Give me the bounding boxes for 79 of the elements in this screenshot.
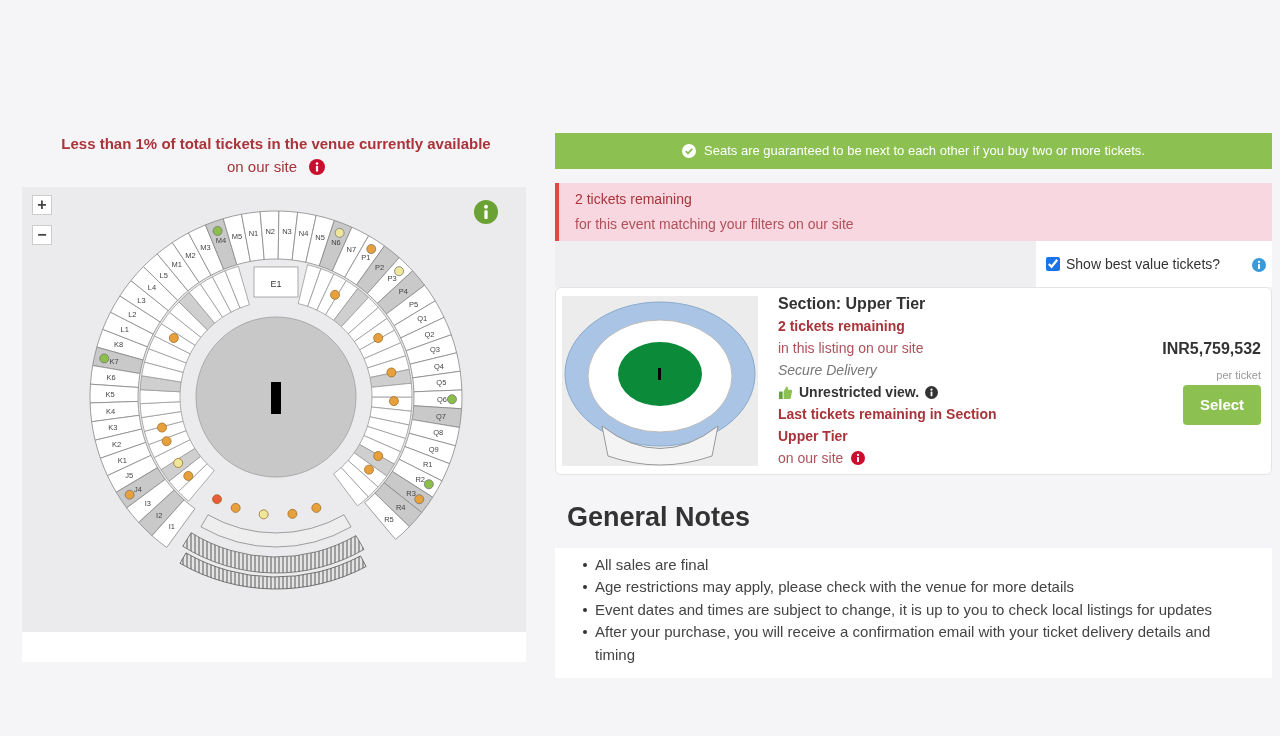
availability-dot xyxy=(373,333,384,343)
info-icon xyxy=(474,199,498,224)
seat-section[interactable] xyxy=(363,342,407,369)
availability-dot xyxy=(258,509,269,520)
seat-section[interactable] xyxy=(144,348,187,373)
thumbs-up-icon xyxy=(778,384,793,400)
info-icon xyxy=(1252,257,1266,272)
section-name: Section: Upper Tier xyxy=(778,294,927,314)
seat-section[interactable] xyxy=(139,375,182,393)
seat-section[interactable] xyxy=(340,460,379,498)
price-unit: per ticket xyxy=(1216,367,1261,383)
note-text: Age restrictions may apply, please check with the venue for more details xyxy=(595,577,1075,597)
seat-section[interactable] xyxy=(369,406,412,426)
section-label[interactable]: E1 xyxy=(270,279,282,289)
notes-heading: General Notes xyxy=(567,501,752,534)
best-value-checkbox[interactable] xyxy=(1046,257,1060,271)
seat-section[interactable] xyxy=(141,361,184,383)
availability-dot xyxy=(311,503,322,513)
bullet-icon xyxy=(583,562,587,567)
note-text: All sales are final xyxy=(595,554,709,575)
availability-dot xyxy=(230,503,241,513)
pitch-strip xyxy=(271,382,281,414)
availability-dot xyxy=(157,422,167,433)
seat-section[interactable] xyxy=(148,335,191,364)
zoom-out-button[interactable]: − xyxy=(32,225,52,245)
check-circle-icon xyxy=(682,144,697,158)
availability-dot xyxy=(373,451,384,461)
seat-section[interactable] xyxy=(363,425,406,453)
seat-section[interactable] xyxy=(307,268,335,311)
bullet-icon xyxy=(583,585,587,589)
last-tickets-note: on our site xyxy=(778,449,844,468)
seat-section[interactable] xyxy=(367,416,410,439)
seat-section[interactable] xyxy=(333,467,369,507)
seat-section[interactable] xyxy=(139,401,182,418)
seat-section[interactable] xyxy=(153,439,196,471)
listing-note: in this listing on our site xyxy=(778,339,925,358)
seat-section[interactable] xyxy=(359,435,401,465)
seat-section[interactable] xyxy=(188,283,223,324)
seat-section[interactable] xyxy=(199,276,232,318)
seat-section[interactable] xyxy=(224,265,250,309)
availability-dot xyxy=(287,508,298,519)
info-icon xyxy=(925,385,939,399)
view-text: Unrestricted view. xyxy=(799,383,920,402)
section-outline[interactable] xyxy=(253,266,299,298)
alert-title: 2 tickets remaining xyxy=(575,190,693,209)
availability-dot xyxy=(364,464,374,475)
note-text: Event dates and times are subject to change, it is up to you to check local listings for updates xyxy=(595,599,1212,620)
price: INR5,759,532 xyxy=(1162,338,1261,359)
availability-headline: Less than 1% of total tickets in the venue currently available xyxy=(61,134,491,154)
seat-section[interactable] xyxy=(169,301,208,338)
availability-dot xyxy=(168,333,179,343)
availability-dot xyxy=(161,436,172,447)
seat-section[interactable] xyxy=(211,270,241,313)
delivery-text: Secure Delivery xyxy=(778,361,879,380)
availability-note: on our site xyxy=(226,156,297,177)
availability-dot xyxy=(386,367,397,378)
seat-section[interactable] xyxy=(177,463,215,502)
guarantee-text: Seats are guaranteed to be next to each other if you buy two or more tickets. xyxy=(704,142,1145,161)
seat-section[interactable] xyxy=(178,291,216,331)
availability-dot xyxy=(173,458,184,468)
seat-section[interactable] xyxy=(340,296,379,335)
zoom-in-button[interactable]: + xyxy=(32,195,52,215)
availability-dot xyxy=(212,494,222,505)
note-text: After your purchase, you will receive a confirmation email with your ticket delivery details and timing xyxy=(595,622,1212,665)
availability-dot xyxy=(183,471,194,481)
last-tickets-text: Last tickets remaining in Section Upper Tier xyxy=(778,405,998,446)
seat-section[interactable] xyxy=(333,288,369,328)
listing-remaining: 2 tickets remaining xyxy=(778,317,906,336)
availability-dot xyxy=(330,289,340,300)
alert-text: for this event matching your filters on our site xyxy=(575,215,855,234)
info-icon xyxy=(309,158,325,175)
info-icon xyxy=(851,451,866,465)
availability-dot xyxy=(389,396,399,406)
seat-section[interactable] xyxy=(347,307,388,342)
seat-section[interactable] xyxy=(297,264,322,307)
bullet-icon xyxy=(583,607,587,612)
seat-section[interactable] xyxy=(161,311,202,346)
seat-section[interactable] xyxy=(325,280,359,321)
bullet-icon xyxy=(583,630,587,634)
